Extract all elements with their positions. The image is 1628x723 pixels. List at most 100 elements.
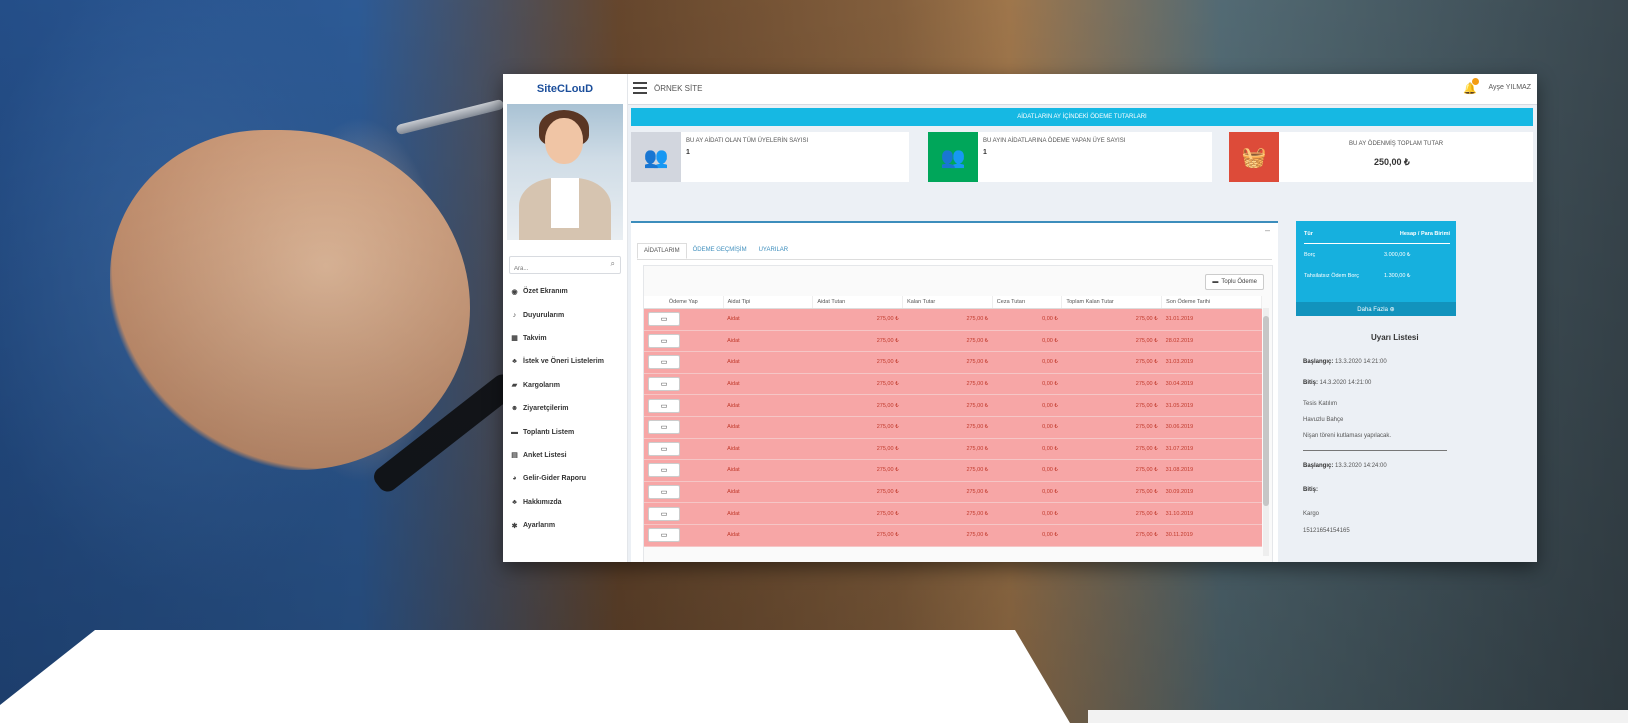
sidebar-item-label: Kargolarım	[523, 381, 560, 389]
pay-cell: ▭	[644, 308, 724, 331]
tab-bar: AİDATLARIM ÖDEME GEÇMİŞİM UYARILAR	[637, 243, 794, 259]
search-input[interactable]	[510, 262, 604, 276]
sidebar-item[interactable]: ◉ Özet Ekranım	[503, 280, 627, 303]
sidebar-item[interactable]: ♪ Duyurularım	[503, 303, 627, 326]
pay-button[interactable]: ▭	[648, 420, 680, 435]
cell-aidat-tutari: 275,00 ₺	[812, 481, 903, 504]
cell-ceza-tutari: 0,00 ₺	[992, 308, 1062, 331]
cell-toplam-kalan-tutar: 275,00 ₺	[1061, 394, 1162, 417]
search-icon[interactable]: ⌕	[611, 259, 615, 269]
site-name: ÖRNEK SİTE	[654, 84, 703, 93]
table-row: ▭ Aidat 275,00 ₺ 275,00 ₺ 0,00 ₺ 275,00 ₺ 31.0…	[644, 308, 1262, 331]
col-tur: Tür	[1304, 231, 1313, 237]
pay-cell: ▭	[644, 416, 724, 439]
cell-toplam-kalan-tutar: 275,00 ₺	[1061, 373, 1162, 396]
borc-value: 3.000,00 ₺	[1384, 252, 1411, 258]
white-footer-shape	[0, 630, 1070, 723]
cell-aidat-tipi: Aidat	[723, 394, 813, 417]
tab-aidatlarim[interactable]: AİDATLARIM	[637, 243, 687, 259]
info-box-total-paid: 🧺 BU AY ÖDENMİŞ TOPLAM TUTAR 250,00 ₺	[1229, 132, 1533, 182]
uyari-start: Başlangıç: 13.3.2020 14:21:00	[1303, 359, 1387, 365]
uyari-line: Nişan töreni kutlaması yapılacak.	[1303, 433, 1392, 439]
pay-button[interactable]: ▭	[648, 506, 680, 521]
pay-button[interactable]: ▭	[648, 441, 680, 456]
toplu-odeme-button[interactable]: ▬ Toplu Ödeme	[1205, 274, 1264, 290]
pay-button[interactable]: ▭	[648, 355, 680, 370]
pay-button[interactable]: ▭	[648, 528, 680, 543]
top-navbar: SiteCLouD ÖRNEK SİTE 🔔 Ayşe YILMAZ	[503, 74, 1537, 105]
cell-son-odeme-tarihi: 31.10.2019	[1161, 502, 1262, 525]
cell-kalan-tutar: 275,00 ₺	[902, 459, 993, 482]
cell-toplam-kalan-tutar: 275,00 ₺	[1061, 524, 1162, 547]
pay-cell: ▭	[644, 481, 724, 504]
user-menu[interactable]: Ayşe YILMAZ	[1488, 84, 1531, 91]
pay-button[interactable]: ▭	[648, 333, 680, 348]
tab-uyarilar[interactable]: UYARILAR	[753, 243, 795, 259]
sidebar-item-label: Toplantı Listem	[523, 428, 575, 436]
sidebar-item[interactable]: ▬ Toplantı Listem	[503, 420, 627, 443]
totals-box: Tür Hesap / Para Birimi Borç 3.000,00 ₺ …	[1296, 221, 1456, 316]
col-son-odeme-tarihi: Son Ödeme Tarihi	[1161, 296, 1262, 309]
cell-son-odeme-tarihi: 31.01.2019	[1161, 308, 1262, 331]
info-value: 1	[983, 149, 987, 156]
table-icon: ▤	[511, 452, 518, 460]
sidebar-item[interactable]: ✱ Ayarlarım	[503, 514, 627, 537]
cell-ceza-tutari: 0,00 ₺	[992, 438, 1062, 461]
table-row: ▭ Aidat 275,00 ₺ 275,00 ₺ 0,00 ₺ 275,00 ₺ 31.0…	[644, 351, 1262, 374]
white-footer-strip	[1088, 710, 1628, 723]
pay-button[interactable]: ▭	[648, 398, 680, 413]
uyari-line: 15121654154165	[1303, 528, 1350, 534]
sidebar: ⌕ ◉ Özet Ekranım ♪ Duyurularım ▦ Takvim ♣ İstek…	[503, 104, 628, 562]
logo[interactable]: SiteCLouD	[503, 74, 628, 104]
pay-button[interactable]: ▭	[648, 377, 680, 392]
cell-aidat-tutari: 275,00 ₺	[812, 373, 903, 396]
uyari-end: Bitiş: 14.3.2020 14:21:00	[1303, 380, 1372, 386]
cell-ceza-tutari: 0,00 ₺	[992, 502, 1062, 525]
main-content: AİDATLARIN AY İÇİNDEKİ ÖDEME TUTARLARI 👥…	[627, 104, 1537, 562]
table-scrollbar[interactable]	[1263, 308, 1269, 556]
info-label: BU AY ÖDENMİŞ TOPLAM TUTAR	[1349, 141, 1444, 147]
daha-fazla-button[interactable]: Daha Fazla ⊕	[1296, 302, 1456, 316]
sidebar-item[interactable]: ◕ Gelir-Gider Raporu	[503, 467, 627, 490]
uyari-line: Kargo	[1303, 511, 1320, 517]
cell-son-odeme-tarihi: 28.02.2019	[1161, 330, 1262, 353]
pay-cell: ▭	[644, 438, 724, 461]
sidebar-item[interactable]: ▤ Anket Listesi	[503, 444, 627, 467]
pay-button[interactable]: ▭	[648, 312, 680, 327]
menu-toggle-icon[interactable]	[633, 82, 647, 94]
cell-son-odeme-tarihi: 31.07.2019	[1161, 438, 1262, 461]
cell-ceza-tutari: 0,00 ₺	[992, 416, 1062, 439]
cell-kalan-tutar: 275,00 ₺	[902, 438, 993, 461]
cell-ceza-tutari: 0,00 ₺	[992, 351, 1062, 374]
table-row: ▭ Aidat 275,00 ₺ 275,00 ₺ 0,00 ₺ 275,00 ₺ 30.1…	[644, 524, 1262, 547]
col-aidat-tutari: Aidat Tutarı	[812, 296, 904, 309]
pay-cell: ▭	[644, 351, 724, 374]
sidebar-item-label: Ayarlarım	[523, 522, 556, 530]
cell-kalan-tutar: 275,00 ₺	[902, 502, 993, 525]
cell-ceza-tutari: 0,00 ₺	[992, 481, 1062, 504]
sitemap-icon: ♣	[512, 498, 517, 506]
sidebar-item[interactable]: ♣ Hakkımızda	[503, 491, 627, 514]
pay-button[interactable]: ▭	[648, 485, 680, 500]
cell-son-odeme-tarihi: 30.09.2019	[1161, 481, 1262, 504]
info-label: BU AYIN AİDATLARINA ÖDEME YAPAN ÜYE SAYI…	[983, 138, 1126, 144]
cell-toplam-kalan-tutar: 275,00 ₺	[1061, 481, 1162, 504]
cell-aidat-tutari: 275,00 ₺	[812, 524, 903, 547]
tab-odeme-gecmisim[interactable]: ÖDEME GEÇMİŞİM	[687, 243, 753, 259]
uyari-end: Bitiş:	[1303, 487, 1318, 493]
cell-toplam-kalan-tutar: 275,00 ₺	[1061, 416, 1162, 439]
tab-divider	[637, 259, 1272, 260]
collapse-icon[interactable]: –	[1265, 225, 1270, 235]
sidebar-item[interactable]: ☻ Ziyaretçilerim	[503, 397, 627, 420]
sidebar-item[interactable]: ▰ Kargolarım	[503, 374, 627, 397]
pay-button[interactable]: ▭	[648, 463, 680, 478]
sidebar-item[interactable]: ▦ Takvim	[503, 327, 627, 350]
sidebar-item[interactable]: ♣ İstek ve Öneri Listelerim	[503, 350, 627, 373]
chart-icon: ◕	[512, 475, 517, 483]
gear-icon: ✱	[511, 522, 518, 530]
tahsil-value: 1.300,00 ₺	[1384, 273, 1411, 279]
bell-icon[interactable]: 🔔	[1463, 82, 1477, 95]
col-hesap: Hesap / Para Birimi	[1399, 231, 1450, 237]
cell-aidat-tipi: Aidat	[723, 438, 813, 461]
dues-panel: – AİDATLARIM ÖDEME GEÇMİŞİM UYARILAR ▬ T…	[631, 221, 1278, 562]
